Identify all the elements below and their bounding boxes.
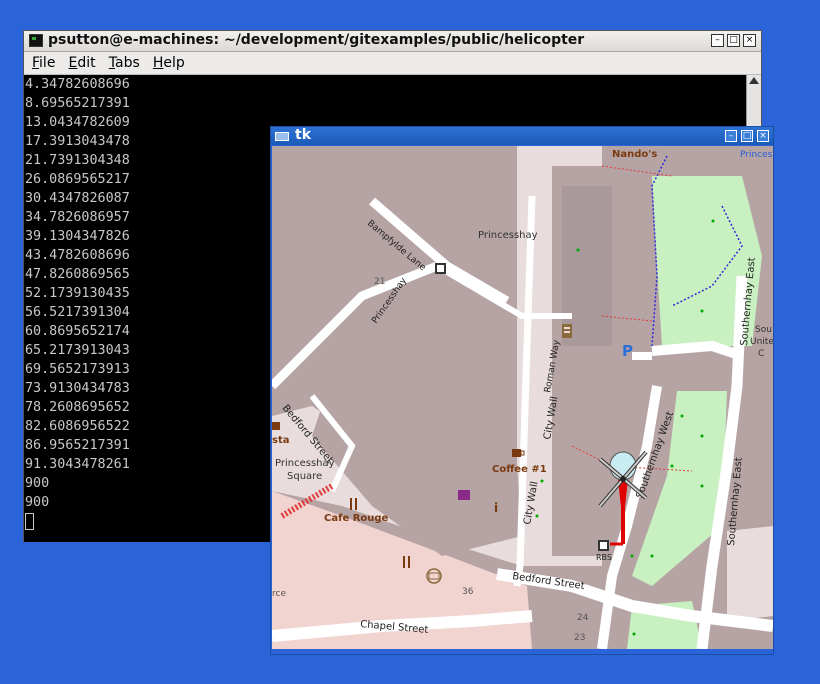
- parking-icon: P: [622, 342, 633, 360]
- menu-tabs[interactable]: Tabs: [109, 55, 140, 71]
- menu-edit[interactable]: Edit: [69, 55, 96, 71]
- theatre-icon: [458, 490, 470, 500]
- close-button[interactable]: ×: [757, 130, 769, 142]
- minimize-button[interactable]: –: [711, 34, 724, 47]
- map-label-unite: Unite: [750, 337, 773, 347]
- map-label-princesshay-square-2: Square: [287, 471, 322, 482]
- map-label-princess: Princess: [740, 150, 773, 160]
- terminal-icon: [29, 34, 43, 47]
- tk-titlebar[interactable]: tk – □ ×: [271, 127, 773, 145]
- scroll-up-arrow-icon[interactable]: [749, 77, 759, 84]
- map-label-rbs: RBS: [596, 553, 612, 562]
- rbs-bank-icon: [598, 540, 609, 551]
- maximize-button[interactable]: □: [741, 130, 753, 142]
- cafe-icon: [272, 422, 280, 430]
- map-label-princesshay: Princesshay: [478, 230, 538, 241]
- maximize-button[interactable]: □: [727, 34, 740, 47]
- output-line: 4.34782608696: [25, 77, 130, 92]
- terminal-title: psutton@e-machines: ~/development/gitexa…: [48, 32, 585, 48]
- map-label-21: 21: [374, 277, 385, 287]
- bank-icon: [435, 263, 446, 274]
- text-cursor: [25, 512, 34, 530]
- map-label-sou: Sou: [755, 325, 772, 335]
- tk-window-icon: [275, 132, 289, 141]
- map-label-rce: rce: [272, 589, 286, 599]
- terminal-menubar: File Edit Tabs Help: [24, 52, 761, 75]
- map-label-nandos: Nando's: [612, 149, 657, 160]
- museum-icon: [562, 324, 572, 338]
- map-label-princesshay-square-1: Princesshay: [275, 458, 335, 469]
- tk-title: tk: [295, 127, 312, 143]
- terminal-titlebar[interactable]: psutton@e-machines: ~/development/gitexa…: [24, 31, 761, 52]
- menu-file[interactable]: File: [32, 55, 55, 71]
- menu-help[interactable]: Help: [153, 55, 185, 71]
- map-label-cafe-rouge: Cafe Rouge: [324, 513, 389, 524]
- map-label-c: C: [758, 349, 764, 359]
- map-label-coffee: Coffee #1: [492, 464, 547, 475]
- tk-window[interactable]: tk – □ × Nando's Princes Princesshay Bam…: [270, 126, 774, 655]
- map-label-23: 23: [574, 633, 585, 643]
- output-line: 8.69565217391: [25, 96, 130, 111]
- map-canvas[interactable]: Nando's Princess Princesshay Bampfylde L…: [272, 146, 773, 649]
- map-svg: Nando's Princess Princesshay Bampfylde L…: [272, 146, 773, 649]
- info-icon: i: [494, 501, 498, 515]
- map-label-sta: sta: [272, 435, 289, 446]
- map-label-24: 24: [577, 613, 589, 623]
- close-button[interactable]: ×: [743, 34, 756, 47]
- minimize-button[interactable]: –: [725, 130, 737, 142]
- map-label-36: 36: [462, 587, 474, 597]
